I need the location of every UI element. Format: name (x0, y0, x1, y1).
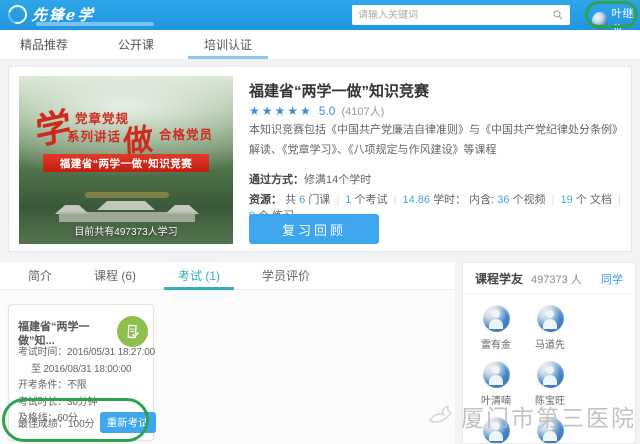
classmate-name: 陈宝旺 (535, 392, 565, 407)
separator: | (336, 194, 339, 206)
banner-building (59, 212, 195, 222)
res-text: 共 (285, 194, 296, 206)
classmates-sidebar: 课程学友 497373 人 同学 雷有金 马道先 叶清喃 陈宝旺 戴旭泉 罗秀秀 (462, 262, 636, 444)
exam-time-line2: 至 2016/08/31 18:00:00 (18, 362, 155, 379)
banner-building (97, 201, 155, 210)
nav-tab-training-cert[interactable]: 培训认证 (196, 30, 260, 59)
res-text: 学时： (433, 194, 466, 206)
tab-exam[interactable]: 考试 (1) (178, 262, 220, 289)
course-summary-card: 学 党章党规 系列讲话 做 合格党员 福建省“两学一做”知识竞赛 目前共有497… (8, 66, 632, 252)
logo-tagline (36, 22, 154, 26)
separator: | (552, 194, 555, 206)
classmate-item[interactable]: 罗秀秀 (523, 417, 577, 444)
star-icons: ★★★★★ (249, 104, 313, 118)
exam-best-score: 最佳成绩：100分 (18, 415, 95, 430)
exam-doc-icon (117, 316, 148, 347)
top-nav: 精品推荐 公开课 培训认证 (0, 30, 640, 60)
exam-duration: 考试时长：30分钟 (18, 395, 155, 412)
retake-exam-button[interactable]: 重新考试 (100, 412, 156, 433)
detail-tabs: 简介 课程 (6) 考试 (1) 学员评价 (0, 262, 455, 290)
course-banner-image: 学 党章党规 系列讲话 做 合格党员 福建省“两学一做”知识竞赛 目前共有497… (19, 76, 233, 244)
tab-reviews[interactable]: 学员评价 (262, 262, 310, 289)
exam-best-score-row: 最佳成绩：100分 重新考试 (18, 412, 156, 433)
user-name: 叶继龙 (612, 5, 640, 37)
separator: | (618, 194, 621, 206)
nav-tab-open-courses[interactable]: 公开课 (110, 30, 162, 59)
res-doc-count: 19 (561, 194, 573, 206)
classmate-item[interactable]: 陈宝旺 (523, 361, 577, 417)
user-avatar-icon (592, 12, 608, 30)
classmates-header: 课程学友 497373 人 同学 (463, 263, 635, 295)
classmate-name: 叶清喃 (481, 392, 511, 407)
course-detail-panel: 简介 课程 (6) 考试 (1) 学员评价 福建省“两学一做”知... 考试时间… (0, 262, 455, 444)
pass-requirement-row: 通过方式：修满14个学时 (249, 171, 371, 187)
classmate-item[interactable]: 叶清喃 (469, 361, 523, 417)
tab-intro[interactable]: 简介 (28, 262, 52, 289)
person-avatar-icon (483, 417, 510, 444)
res-text: 个考试 (354, 194, 387, 206)
res-course-count: 6 (299, 194, 305, 206)
res-video-count: 36 (497, 194, 509, 206)
banner-slogan-3: 合格党员 (159, 124, 213, 143)
classmate-item[interactable]: 戴旭泉 (469, 417, 523, 444)
classmates-link[interactable]: 同学 (601, 271, 623, 287)
user-menu[interactable]: 叶继龙 (592, 5, 640, 37)
rating-row: ★★★★★ 5.0 (4107人) (249, 103, 384, 119)
banner-student-count: 目前共有497373人学习 (19, 223, 233, 238)
person-avatar-icon (483, 361, 510, 388)
banner-slogan-2: 系列讲话 (67, 126, 121, 145)
res-text: 门课 (308, 194, 330, 206)
res-hours: 14.86 (402, 194, 430, 206)
res-text: 个 文档 (576, 194, 612, 206)
search-input[interactable] (358, 10, 552, 21)
banner-ribbon: 福建省“两学一做”知识竞赛 (43, 154, 209, 172)
classmate-name: 马道先 (535, 336, 565, 351)
rating-score: 5.0 (319, 104, 336, 118)
exam-condition: 开考条件：不限 (18, 378, 155, 395)
top-header: 先锋e学 叶继龙 (0, 0, 640, 30)
classmates-count: 497373 人 (531, 271, 582, 287)
tab-courses[interactable]: 课程 (6) (94, 262, 136, 289)
pass-value: 修满14个学时 (304, 174, 371, 186)
search-box[interactable] (352, 5, 570, 25)
classmates-grid: 雷有金 马道先 叶清喃 陈宝旺 戴旭泉 罗秀秀 (463, 295, 635, 444)
classmate-name: 雷有金 (481, 336, 511, 351)
course-title: 福建省“两学一做”知识竞赛 (249, 80, 429, 101)
person-avatar-icon (537, 305, 564, 332)
nav-tab-featured[interactable]: 精品推荐 (12, 30, 76, 59)
logo-icon (5, 2, 31, 28)
pass-label: 通过方式： (249, 174, 304, 186)
person-avatar-icon (537, 361, 564, 388)
res-text: 内含: (469, 194, 494, 206)
banner-slogan-1: 党章党规 (75, 108, 129, 127)
resources-label: 资源： (249, 194, 282, 206)
res-exam-count: 1 (345, 194, 351, 206)
exam-time-line1: 考试时间：2016/05/31 18:27:00 (18, 345, 155, 362)
person-avatar-icon (537, 417, 564, 444)
banner-gold-text (85, 192, 169, 198)
exam-card[interactable]: 福建省“两学一做”知... 考试时间：2016/05/31 18:27:00 至… (8, 304, 154, 441)
classmate-item[interactable]: 马道先 (523, 305, 577, 361)
review-button[interactable]: 复习回顾 (249, 214, 379, 244)
search-icon[interactable] (552, 9, 564, 21)
rating-count: (4107人) (341, 103, 384, 119)
res-text: 个视频 (513, 194, 546, 206)
person-avatar-icon (483, 305, 510, 332)
classmates-title: 课程学友 (475, 270, 523, 287)
classmate-item[interactable]: 雷有金 (469, 305, 523, 361)
course-description: 本知识竞赛包括《中国共产党廉洁自律准则》与《中国共产党纪律处分条例》解读、《党章… (249, 121, 621, 161)
separator: | (394, 194, 397, 206)
